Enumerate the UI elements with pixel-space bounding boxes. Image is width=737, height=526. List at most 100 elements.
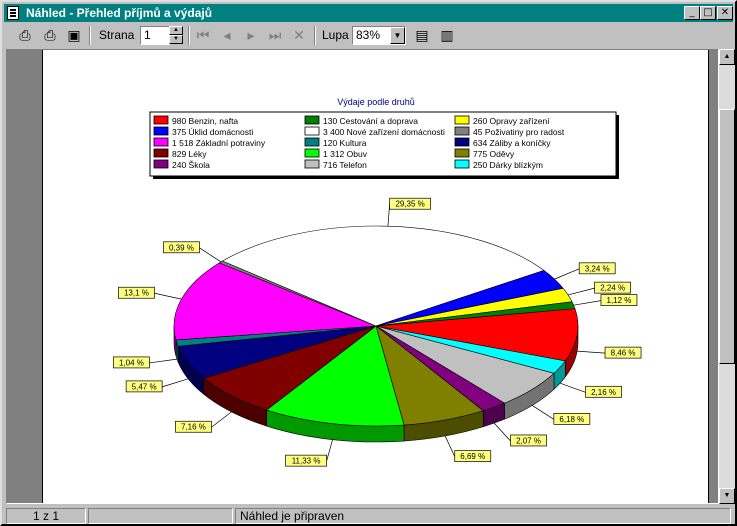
first-page-icon[interactable]: ⏮	[192, 25, 214, 46]
toolbar-separator	[314, 26, 316, 45]
page-width-icon[interactable]: ▤	[411, 25, 433, 46]
leader-line	[493, 422, 511, 442]
legend-label: 1 312 Obuv	[323, 149, 368, 159]
legend-swatch	[304, 126, 320, 136]
scroll-thumb[interactable]	[719, 109, 735, 364]
status-message: Náhled je připraven	[235, 508, 731, 524]
status-bar: 1 z 1 Náhled je připraven	[4, 507, 735, 525]
label-text: 6,69 %	[460, 452, 485, 461]
zoom-label: Lupa	[322, 28, 349, 42]
legend-swatch	[454, 159, 470, 169]
slice-label: 2,07 %	[493, 422, 547, 447]
label-text: 2,07 %	[516, 436, 541, 445]
report-page: Výdaje podle druhů 980 Benzin, nafta 375 …	[42, 50, 709, 503]
leader-line	[162, 378, 189, 388]
slice-label: 29,35 %	[387, 197, 431, 227]
close-button[interactable]: ✕	[717, 6, 733, 20]
legend-swatch	[153, 148, 169, 158]
legend-swatch	[304, 148, 320, 158]
label-text: 7,16 %	[181, 423, 206, 432]
legend-label: 260 Opravy zařízení	[473, 116, 550, 126]
minimize-button[interactable]: _	[684, 6, 700, 20]
slice-label: 6,18 %	[532, 405, 591, 425]
slice-label: 11,33 %	[285, 439, 333, 467]
pie-slices	[173, 225, 579, 443]
leader-line	[567, 287, 595, 296]
legend-label: 375 Úklid domácnosti	[172, 127, 253, 137]
page-spinner[interactable]: ▲ ▼	[169, 26, 183, 45]
leader-line	[444, 435, 456, 457]
last-page-icon[interactable]: ⏭	[264, 25, 286, 46]
legend-shadow	[153, 176, 619, 179]
legend-swatch	[304, 159, 320, 169]
legend-swatch	[153, 115, 169, 125]
toolbar-separator	[89, 26, 91, 45]
legend-label: 3 400 Nové zařízení domácnosti	[323, 127, 445, 137]
document-icon	[7, 6, 19, 20]
label-text: 29,35 %	[395, 200, 424, 209]
scroll-up-button[interactable]: ▲	[719, 49, 735, 65]
save-icon[interactable]: ▣	[63, 25, 85, 46]
legend-entry: 3 400 Nové zařízení domácnosti	[304, 126, 445, 137]
leader-line	[326, 439, 333, 462]
pie-chart: Výdaje podle druhů 980 Benzin, nafta375 …	[113, 97, 642, 467]
cancel-icon[interactable]: ✕	[288, 25, 310, 46]
legend-label: 980 Benzin, nafta	[172, 116, 238, 126]
label-text: 0,39 %	[169, 243, 194, 252]
slice-label: 3,24 %	[554, 262, 616, 280]
legend-swatch	[454, 126, 470, 136]
slice-label: 7,16 %	[175, 411, 232, 433]
legend-swatch	[153, 126, 169, 136]
maximize-button[interactable]: □	[700, 6, 716, 20]
legend-label: 829 Léky	[172, 149, 207, 159]
leader-line	[199, 247, 222, 263]
preview-window: Náhled - Přehled příjmů a výdajů _ □ ✕ ⎙…	[0, 0, 737, 526]
toolbar: ⎙ ⎙ ▣ Strana 1 ▲ ▼ ⏮ ◂ ▸ ⏭ ✕ Lupa 83% ▼ ▤…	[4, 23, 733, 48]
label-text: 1,12 %	[607, 296, 632, 305]
slice-label: 5,47 %	[125, 378, 189, 393]
legend-label: 1 518 Základní potraviny	[172, 138, 266, 148]
preview-area[interactable]: Výdaje podle druhů 980 Benzin, nafta 375 …	[6, 49, 719, 504]
label-text: 13,1 %	[124, 289, 149, 298]
leader-line	[149, 358, 178, 364]
leader-line	[573, 300, 602, 306]
print-icon[interactable]: ⎙	[14, 25, 36, 46]
slice-label: 1,12 %	[573, 294, 638, 306]
slice-label: 13,1 %	[118, 286, 182, 300]
slice-label: 1,04 %	[113, 356, 178, 369]
legend-label: 120 Kultura	[323, 138, 367, 148]
label-text: 3,24 %	[585, 264, 610, 273]
vertical-scrollbar[interactable]: ▲ ▼	[719, 49, 735, 504]
scroll-down-button[interactable]: ▼	[719, 488, 735, 504]
legend-label: 775 Oděvy	[473, 149, 515, 159]
title-bar[interactable]: Náhled - Přehled příjmů a výdajů _ □ ✕	[4, 4, 733, 22]
slice-label: 6,69 %	[444, 435, 492, 462]
label-text: 2,24 %	[600, 284, 625, 293]
label-text: 2,16 %	[591, 388, 616, 397]
legend-swatch	[454, 137, 470, 147]
next-page-icon[interactable]: ▸	[240, 25, 262, 46]
legend-label: 130 Cestování a doprava	[323, 116, 418, 126]
legend-swatch	[454, 115, 470, 125]
whole-page-icon[interactable]: ▥	[436, 25, 458, 46]
label-text: 11,33 %	[292, 457, 321, 466]
leader-line	[554, 268, 580, 280]
chart-title: Výdaje podle druhů	[337, 97, 415, 107]
legend-shadow	[616, 115, 619, 179]
page-input[interactable]: 1	[140, 26, 170, 45]
legend-label: 45 Poživatiny pro radost	[473, 127, 565, 137]
chevron-down-icon[interactable]: ▼	[390, 27, 405, 44]
chart-legend: 980 Benzin, nafta375 Úklid domácnosti1 5…	[149, 111, 619, 179]
print-setup-icon[interactable]: ⎙	[39, 25, 61, 46]
toolbar-separator	[188, 26, 190, 45]
prev-page-icon[interactable]: ◂	[216, 25, 238, 46]
status-panel-empty	[88, 508, 233, 524]
leader-line	[154, 292, 182, 300]
slice-label: 2,16 %	[559, 382, 622, 398]
leader-line	[211, 411, 232, 428]
legend-label: 240 Škola	[172, 160, 210, 170]
label-text: 1,04 %	[119, 358, 144, 367]
legend-swatch	[304, 115, 320, 125]
page-count: 1 z 1	[6, 508, 86, 524]
leader-line	[532, 405, 555, 420]
